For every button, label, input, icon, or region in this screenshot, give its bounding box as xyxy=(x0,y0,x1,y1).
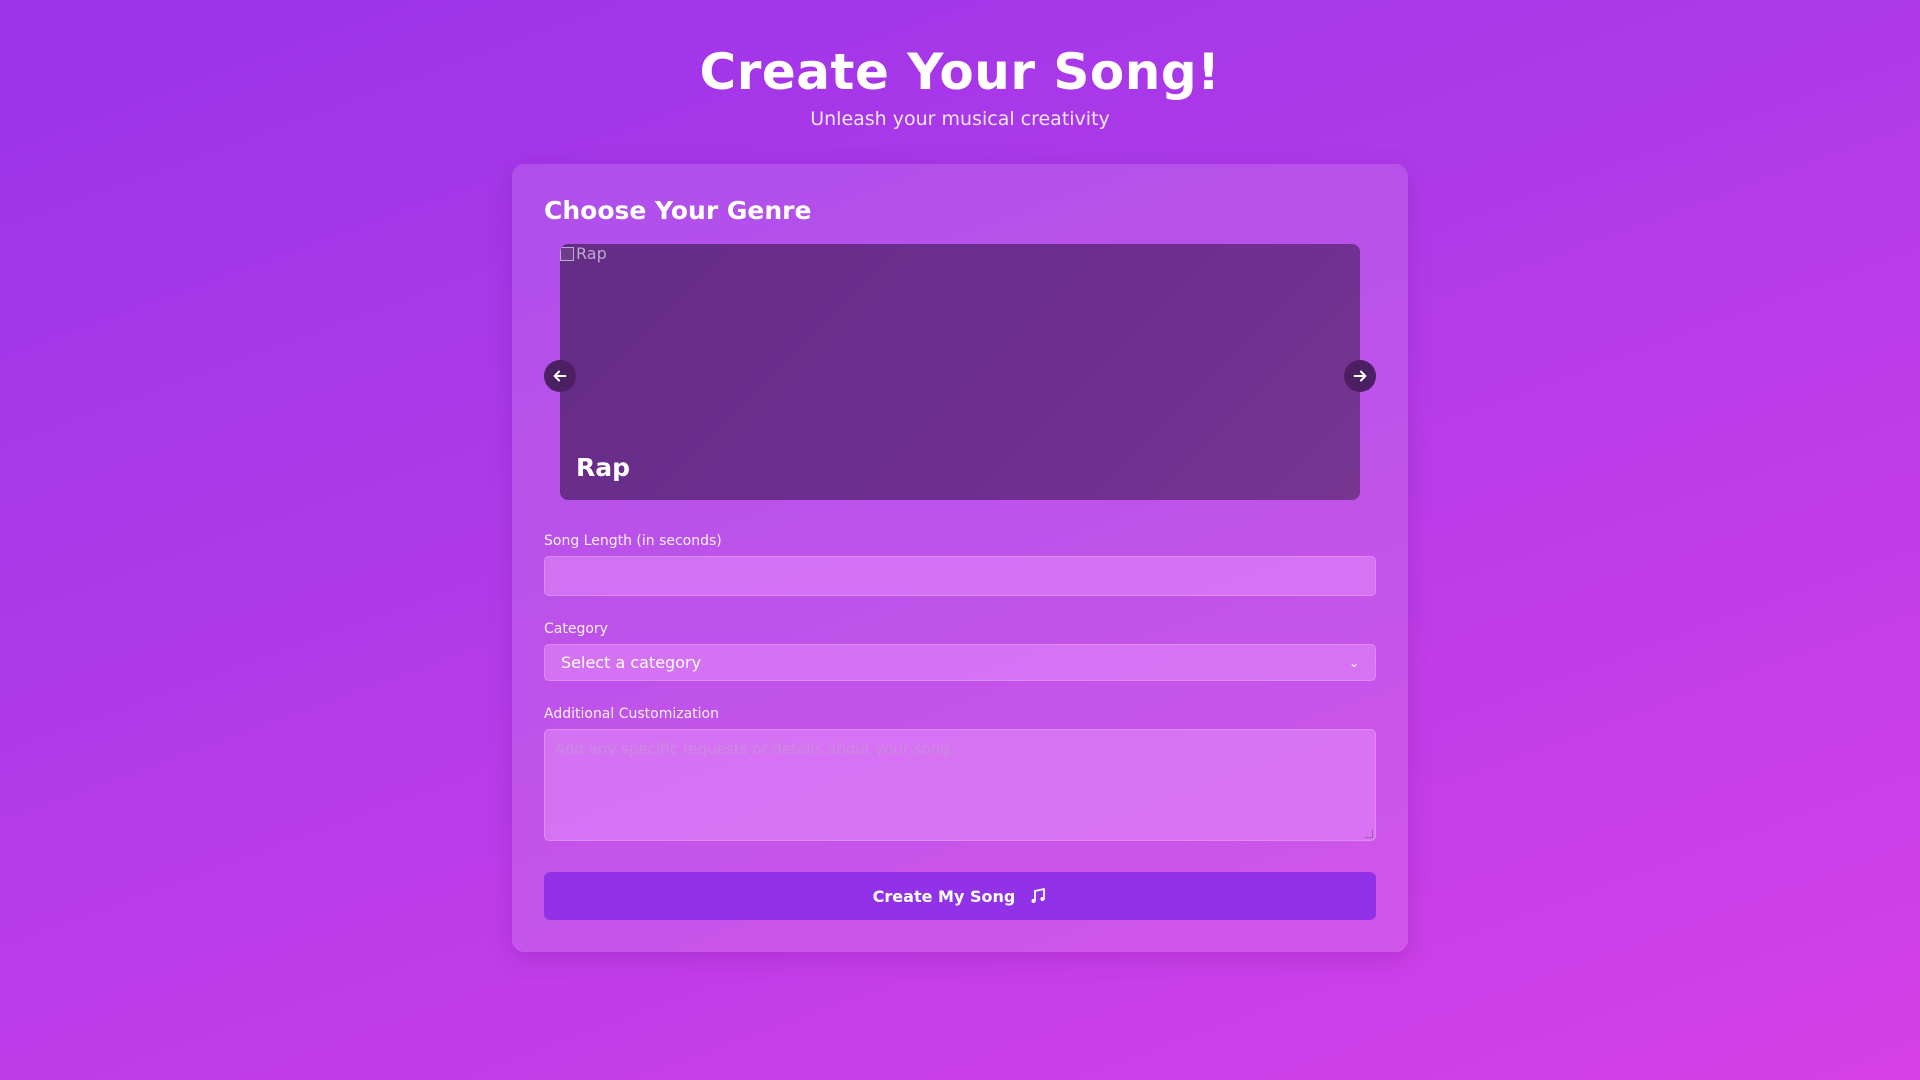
create-song-label: Create My Song xyxy=(872,886,1016,906)
genre-name: Rap xyxy=(576,453,631,482)
genre-image: Rap xyxy=(560,244,607,264)
song-form-card: Choose Your Genre Rap Rap Song Length (i… xyxy=(512,164,1408,952)
page-header: Create Your Song! Unleash your musical c… xyxy=(0,40,1920,130)
customization-textarea[interactable]: Add any specific requests or details abo… xyxy=(544,729,1376,841)
customization-label: Additional Customization xyxy=(544,706,719,722)
page-subtitle: Unleash your musical creativity xyxy=(810,108,1110,130)
page-title: Create Your Song! xyxy=(699,43,1221,101)
category-selected-value: Select a category xyxy=(561,653,702,672)
genre-carousel: Rap Rap xyxy=(560,244,1360,500)
category-select[interactable]: Select a category ⌄ xyxy=(544,644,1376,681)
chevron-down-icon: ⌄ xyxy=(1348,655,1359,670)
customization-placeholder: Add any specific requests or details abo… xyxy=(555,740,964,758)
create-song-button[interactable]: Create My Song xyxy=(544,872,1376,920)
song-length-label: Song Length (in seconds) xyxy=(544,533,722,549)
arrow-left-icon xyxy=(553,370,567,382)
song-length-input[interactable] xyxy=(544,556,1376,596)
music-note-icon xyxy=(1029,887,1047,905)
genre-section-title: Choose Your Genre xyxy=(544,196,812,225)
broken-image-icon xyxy=(560,247,574,261)
resize-handle-icon[interactable] xyxy=(1365,830,1373,838)
category-label: Category xyxy=(544,621,608,637)
arrow-right-icon xyxy=(1353,370,1367,382)
genre-image-alt: Rap xyxy=(576,244,607,263)
carousel-next-button[interactable] xyxy=(1344,360,1376,392)
carousel-prev-button[interactable] xyxy=(544,360,576,392)
